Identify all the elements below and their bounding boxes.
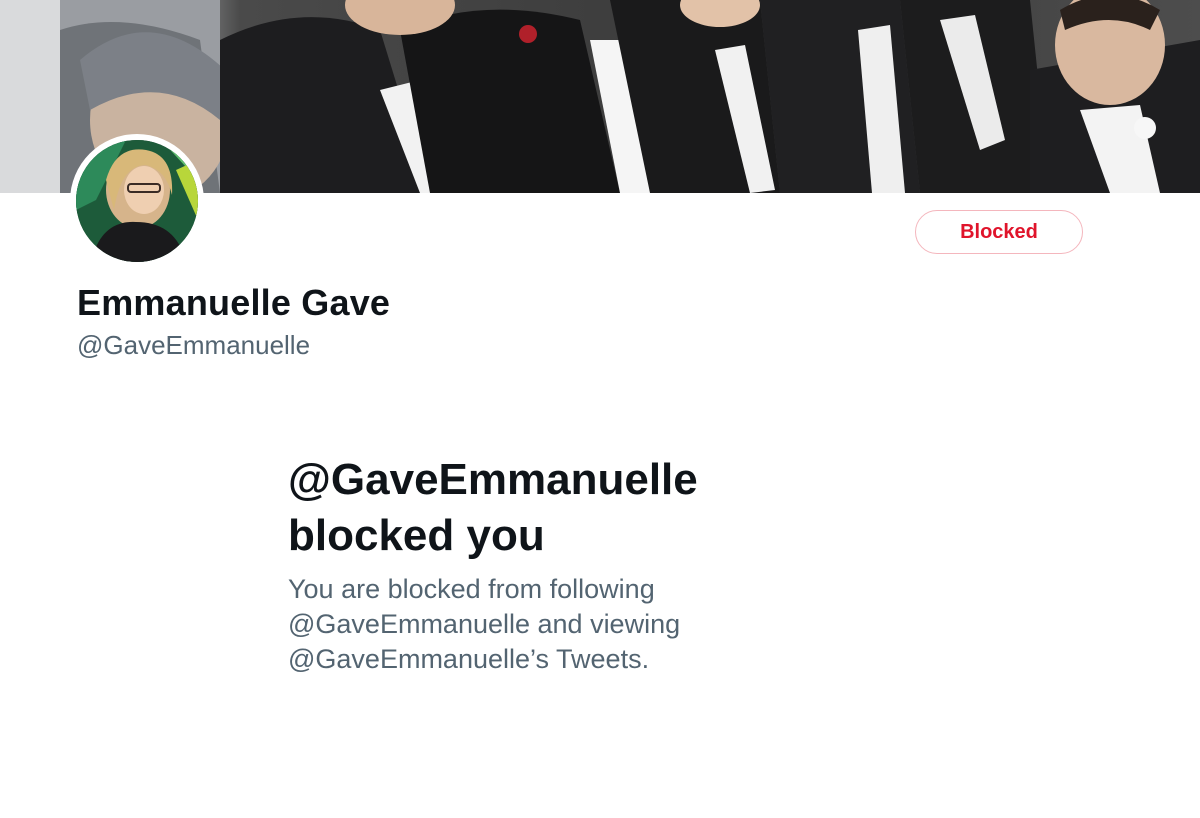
avatar-frame[interactable] [70,134,204,268]
blocked-desc-line: You are blocked from following [288,574,655,604]
blocked-title-line: @GaveEmmanuelle [288,455,698,504]
blocked-button[interactable]: Blocked [915,210,1083,254]
blocked-desc-line: @GaveEmmanuelle’s Tweets. [288,644,650,674]
profile-avatar-icon [76,140,198,262]
user-handle: @GaveEmmanuelle [77,330,311,360]
avatar[interactable] [76,140,198,262]
profile-page: Blocked Emmanuelle Gave @GaveEmmanuelle … [0,0,1200,818]
blocked-notice-title: @GaveEmmanuelle blocked you [288,452,888,564]
display-name: Emmanuelle Gave [77,282,391,323]
blocked-notice-description: You are blocked from following @GaveEmma… [288,572,848,677]
blocked-title-line: blocked you [288,511,545,560]
blocked-desc-line: @GaveEmmanuelle and viewing [288,609,681,639]
blocked-button-label: Blocked [960,220,1038,243]
